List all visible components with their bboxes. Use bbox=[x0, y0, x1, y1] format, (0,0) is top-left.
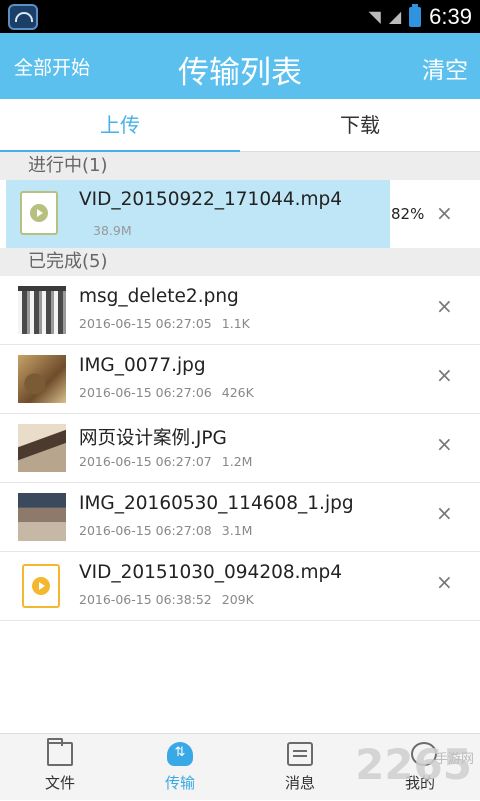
list-item[interactable]: IMG_0077.jpg 2016-06-15 06:27:06 426K × bbox=[0, 345, 480, 414]
file-meta: 2016-06-15 06:27:06 426K bbox=[79, 385, 254, 400]
file-size: 3.1M bbox=[221, 523, 253, 538]
section-completed: 已完成(5) bbox=[0, 248, 480, 276]
nav-label: 文件 bbox=[44, 774, 75, 792]
clear-button[interactable]: 清空 bbox=[422, 51, 468, 85]
delete-icon[interactable]: × bbox=[436, 572, 453, 592]
status-bar: ◥ ◢ 6:39 bbox=[0, 0, 480, 33]
file-meta: 2016-06-15 06:38:52 209K bbox=[79, 592, 254, 607]
cloud-transfer-icon bbox=[167, 742, 193, 766]
signal-icon: ◢ bbox=[388, 7, 402, 26]
wifi-icon: ◥ bbox=[368, 7, 381, 26]
nav-messages[interactable]: 消息 bbox=[240, 734, 360, 801]
status-indicators: ◥ ◢ 6:39 bbox=[369, 0, 472, 33]
page-title: 传输列表 bbox=[178, 55, 302, 91]
file-time: 2016-06-15 06:27:06 bbox=[79, 385, 212, 400]
app-icon bbox=[8, 4, 38, 30]
delete-icon[interactable]: × bbox=[436, 296, 453, 316]
tab-download[interactable]: 下载 bbox=[240, 99, 480, 152]
folder-icon bbox=[47, 738, 73, 766]
delete-icon[interactable]: × bbox=[436, 434, 453, 454]
battery-icon bbox=[409, 3, 422, 27]
play-icon bbox=[32, 577, 50, 595]
image-thumbnail bbox=[18, 355, 66, 403]
file-time: 2016-06-15 06:27:08 bbox=[79, 523, 212, 538]
video-file-icon bbox=[22, 564, 60, 608]
file-name: VID_20151030_094208.mp4 bbox=[79, 562, 343, 583]
file-meta: 2016-06-15 06:27:08 3.1M bbox=[79, 523, 252, 538]
file-name: 网页设计案例.JPG bbox=[79, 428, 227, 449]
tab-bar: 上传 下载 bbox=[0, 99, 480, 153]
message-icon bbox=[287, 742, 313, 766]
watermark-sub: 手游网 bbox=[434, 752, 474, 767]
nav-files[interactable]: 文件 bbox=[0, 734, 120, 801]
file-size: 209K bbox=[221, 592, 254, 607]
image-thumbnail bbox=[18, 493, 66, 541]
file-size: 1.2M bbox=[221, 454, 253, 469]
play-icon bbox=[30, 204, 48, 222]
app-header: 全部开始 传输列表 清空 bbox=[0, 33, 480, 99]
file-name: IMG_20160530_114608_1.jpg bbox=[79, 493, 354, 514]
progress-percent: 82% bbox=[391, 205, 425, 223]
file-time: 2016-06-15 06:38:52 bbox=[79, 592, 212, 607]
uploading-item[interactable]: VID_20150922_171044.mp4 38.9M 82% × bbox=[0, 180, 480, 248]
file-time: 2016-06-15 06:27:05 bbox=[79, 316, 212, 331]
list-item[interactable]: IMG_20160530_114608_1.jpg 2016-06-15 06:… bbox=[0, 483, 480, 552]
file-time: 2016-06-15 06:27:07 bbox=[79, 454, 212, 469]
file-size: 38.9M bbox=[93, 223, 132, 238]
image-thumbnail bbox=[18, 424, 66, 472]
tab-upload[interactable]: 上传 bbox=[0, 99, 240, 153]
nav-label: 消息 bbox=[284, 774, 315, 792]
list-item[interactable]: 网页设计案例.JPG 2016-06-15 06:27:07 1.2M × bbox=[0, 414, 480, 483]
list-item[interactable]: msg_delete2.png 2016-06-15 06:27:05 1.1K … bbox=[0, 276, 480, 345]
delete-icon[interactable]: × bbox=[436, 503, 453, 523]
list-item[interactable]: VID_20151030_094208.mp4 2016-06-15 06:38… bbox=[0, 552, 480, 621]
video-file-icon bbox=[20, 191, 58, 235]
nav-transfer[interactable]: 传输 bbox=[120, 734, 240, 801]
status-time: 6:39 bbox=[429, 3, 472, 29]
file-meta: 2016-06-15 06:27:07 1.2M bbox=[79, 454, 252, 469]
file-name: msg_delete2.png bbox=[79, 286, 239, 307]
file-name: IMG_0077.jpg bbox=[79, 355, 206, 376]
file-size: 1.1K bbox=[221, 316, 250, 331]
image-thumbnail bbox=[18, 286, 66, 334]
cancel-icon[interactable]: × bbox=[436, 203, 453, 223]
delete-icon[interactable]: × bbox=[436, 365, 453, 385]
file-meta: 2016-06-15 06:27:05 1.1K bbox=[79, 316, 250, 331]
file-name: VID_20150922_171044.mp4 bbox=[79, 189, 343, 210]
nav-label: 传输 bbox=[164, 774, 195, 792]
file-size: 426K bbox=[221, 385, 254, 400]
section-in-progress: 进行中(1) bbox=[0, 152, 480, 180]
